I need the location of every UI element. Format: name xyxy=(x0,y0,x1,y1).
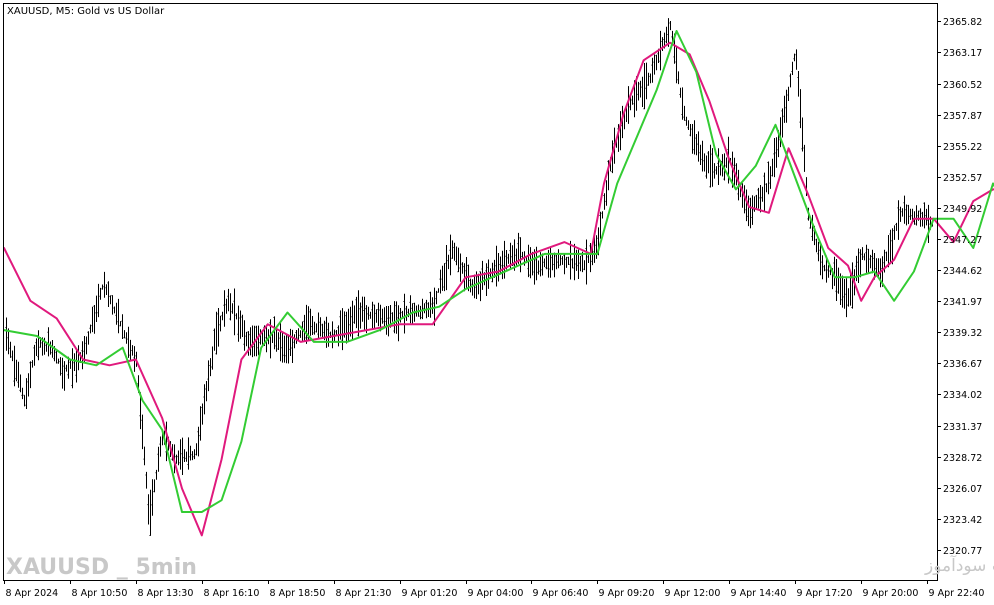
y-tick-label: 2360.52 xyxy=(943,80,982,91)
x-tick-label: 9 Apr 01:20 xyxy=(402,588,458,599)
y-tick-label: 2347.27 xyxy=(943,235,982,246)
y-tick-label: 2323.42 xyxy=(943,515,982,526)
x-tick-label: 9 Apr 17:20 xyxy=(797,588,853,599)
chart-title: XAUUSD, M5: Gold vs US Dollar xyxy=(7,6,165,17)
x-tick-label: 9 Apr 22:40 xyxy=(929,588,985,599)
y-tick-label: 2352.57 xyxy=(943,173,982,184)
x-tick-label: 8 Apr 13:30 xyxy=(138,588,194,599)
watermark-symbol: XAUUSD _ 5min xyxy=(6,555,197,580)
x-tick-label: 9 Apr 06:40 xyxy=(533,588,589,599)
y-tick-label: 2355.22 xyxy=(943,142,982,153)
x-tick-label: 8 Apr 10:50 xyxy=(72,588,128,599)
x-tick-label: 9 Apr 12:00 xyxy=(665,588,721,599)
x-tick-label: 9 Apr 04:00 xyxy=(468,588,524,599)
y-tick-label: 2363.17 xyxy=(943,48,982,59)
y-tick-label: 2344.62 xyxy=(943,266,982,277)
y-tick-label: 2339.32 xyxy=(943,328,982,339)
y-tick-label: 2365.82 xyxy=(943,17,982,28)
x-tick-label: 9 Apr 20:00 xyxy=(863,588,919,599)
x-tick-label: 8 Apr 18:50 xyxy=(270,588,326,599)
y-tick-label: 2328.72 xyxy=(943,453,982,464)
x-tick-label: 8 Apr 21:30 xyxy=(336,588,392,599)
x-tick-label: 8 Apr 16:10 xyxy=(204,588,260,599)
y-tick-label: 2326.07 xyxy=(943,484,982,495)
y-tick-label: 2357.87 xyxy=(943,111,982,122)
price-chart: 2365.82 2363.17 2360.52 2357.87 2355.22 2352.… xyxy=(0,0,994,605)
x-tick-label: 9 Apr 09:20 xyxy=(599,588,655,599)
y-tick-label: 2331.37 xyxy=(943,422,982,433)
watermark-site: انتشار در سایت سودآموز xyxy=(924,554,994,576)
y-tick-label: 2341.97 xyxy=(943,297,982,308)
x-tick-label: 9 Apr 14:40 xyxy=(731,588,787,599)
y-tick-label: 2349.92 xyxy=(943,204,982,215)
y-tick-label: 2336.67 xyxy=(943,359,982,370)
y-tick-label: 2334.02 xyxy=(943,390,982,401)
x-tick-label: 8 Apr 2024 xyxy=(6,588,59,599)
